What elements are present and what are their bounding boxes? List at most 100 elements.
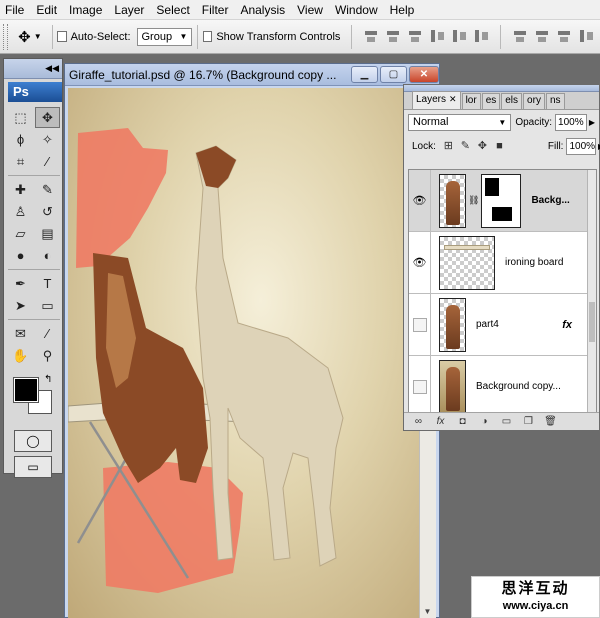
visibility-toggle[interactable]: 👁 bbox=[409, 231, 431, 294]
healing-brush-tool-icon[interactable]: ✚ bbox=[8, 179, 33, 200]
layer-list-scrollbar[interactable] bbox=[587, 170, 596, 412]
add-mask-icon[interactable]: ◘ bbox=[456, 415, 469, 428]
opacity-label: Opacity: bbox=[515, 116, 553, 128]
align-horizontal-centers-icon[interactable] bbox=[451, 28, 469, 46]
layer-mask-thumbnail[interactable] bbox=[481, 173, 522, 228]
layer-name[interactable]: Backg... bbox=[531, 195, 569, 206]
menu-filter[interactable]: Filter bbox=[196, 0, 235, 20]
tool-preset-picker[interactable]: ✥ ▼ bbox=[18, 28, 46, 46]
lasso-tool-icon[interactable]: ϕ bbox=[8, 129, 33, 150]
layer-name[interactable]: ironing board bbox=[505, 257, 563, 268]
tab-color-label: lor bbox=[465, 95, 477, 106]
tab-color[interactable]: lor bbox=[461, 93, 481, 109]
brush-tool-icon[interactable]: ✎ bbox=[35, 179, 60, 200]
menu-analysis[interactable]: Analysis bbox=[234, 0, 291, 20]
foreground-color-swatch[interactable] bbox=[13, 377, 39, 403]
add-layer-style-icon[interactable]: fx bbox=[434, 415, 447, 428]
tab-actions[interactable]: ns bbox=[545, 93, 565, 109]
layer-row[interactable]: part4 fx bbox=[409, 293, 596, 356]
menu-image[interactable]: Image bbox=[63, 0, 108, 20]
options-bar-grip[interactable] bbox=[3, 23, 9, 50]
tab-swatches[interactable]: es bbox=[481, 93, 501, 109]
menu-help[interactable]: Help bbox=[384, 0, 421, 20]
gradient-tool-icon[interactable]: ▤ bbox=[35, 223, 60, 244]
tab-channels[interactable]: els bbox=[501, 93, 523, 109]
layer-row[interactable]: Background copy... bbox=[409, 355, 596, 412]
minimize-button[interactable]: ▁ bbox=[351, 66, 378, 83]
menu-select[interactable]: Select bbox=[150, 0, 195, 20]
fill-input[interactable]: 100% bbox=[566, 137, 597, 155]
swap-colors-icon[interactable]: ↰ bbox=[44, 374, 52, 385]
new-group-icon[interactable]: ▭ bbox=[500, 415, 513, 428]
tools-panel-header[interactable]: ◀◀ bbox=[4, 59, 62, 79]
hand-tool-icon[interactable]: ✋ bbox=[8, 345, 33, 366]
scroll-down-icon[interactable]: ▼ bbox=[420, 604, 435, 618]
new-layer-icon[interactable]: ❐ bbox=[522, 415, 535, 428]
close-icon[interactable]: ✕ bbox=[449, 94, 457, 104]
auto-select-dropdown[interactable]: Group ▼ bbox=[136, 27, 193, 46]
adjustment-layer-icon[interactable]: ◑ bbox=[478, 415, 491, 428]
tab-history[interactable]: ory bbox=[523, 93, 545, 109]
crop-tool-icon[interactable]: ⌗ bbox=[8, 151, 33, 172]
visibility-toggle[interactable] bbox=[409, 293, 431, 356]
image-canvas[interactable] bbox=[68, 88, 419, 618]
menu-edit[interactable]: Edit bbox=[30, 0, 63, 20]
blur-tool-icon[interactable]: ● bbox=[8, 245, 33, 266]
clone-stamp-tool-icon[interactable]: ♙ bbox=[8, 201, 33, 222]
lock-position-icon[interactable]: ✥ bbox=[476, 140, 489, 153]
align-vertical-centers-icon[interactable] bbox=[385, 28, 403, 46]
align-bottom-edges-icon[interactable] bbox=[407, 28, 425, 46]
menu-window[interactable]: Window bbox=[329, 0, 384, 20]
link-icon[interactable]: ⛓ bbox=[468, 195, 479, 206]
path-selection-tool-icon[interactable]: ➤ bbox=[8, 295, 33, 316]
show-transform-controls-checkbox[interactable] bbox=[203, 31, 213, 42]
notes-tool-icon[interactable]: ✉ bbox=[8, 323, 33, 344]
distribute-vertical-centers-icon[interactable] bbox=[534, 28, 552, 46]
menu-layer[interactable]: Layer bbox=[108, 0, 150, 20]
lock-pixels-icon[interactable]: ✎ bbox=[459, 140, 472, 153]
blend-mode-dropdown[interactable]: Normal ▼ bbox=[408, 113, 512, 131]
auto-select-checkbox[interactable] bbox=[57, 31, 67, 42]
history-brush-tool-icon[interactable]: ↺ bbox=[35, 201, 60, 222]
distribute-bottom-edges-icon[interactable] bbox=[556, 28, 574, 46]
align-left-edges-icon[interactable] bbox=[429, 28, 447, 46]
zoom-tool-icon[interactable]: ⚲ bbox=[35, 345, 60, 366]
visibility-toggle[interactable]: 👁 bbox=[409, 170, 431, 232]
link-layers-icon[interactable]: ∞ bbox=[412, 415, 425, 428]
maximize-button[interactable]: ▢ bbox=[380, 66, 407, 83]
layer-name[interactable]: part4 bbox=[476, 319, 499, 330]
tab-layers[interactable]: Layers ✕ bbox=[412, 91, 461, 109]
document-titlebar[interactable]: Giraffe_tutorial.psd @ 16.7% (Background… bbox=[65, 64, 439, 86]
lock-transparency-icon[interactable]: ⊞ bbox=[442, 140, 455, 153]
eyedropper-tool-icon[interactable]: ⁄ bbox=[35, 151, 60, 172]
menu-file[interactable]: File bbox=[0, 0, 30, 20]
collapse-icon[interactable]: ◀◀ bbox=[45, 63, 59, 74]
distribute-top-edges-icon[interactable] bbox=[512, 28, 530, 46]
eraser-tool-icon[interactable]: ▱ bbox=[8, 223, 33, 244]
eyedropper-icon[interactable]: ⁄ bbox=[35, 323, 60, 344]
delete-layer-icon[interactable]: 🗑 bbox=[544, 415, 557, 428]
align-top-edges-icon[interactable] bbox=[363, 28, 381, 46]
pen-tool-icon[interactable]: ✒ bbox=[8, 273, 33, 294]
visibility-toggle[interactable] bbox=[409, 355, 431, 412]
shape-tool-icon[interactable]: ▭ bbox=[35, 295, 60, 316]
screen-mode-button[interactable]: ▭ bbox=[14, 456, 52, 478]
quick-mask-button[interactable]: ◯ bbox=[14, 430, 52, 452]
distribute-left-edges-icon[interactable] bbox=[578, 28, 596, 46]
align-right-edges-icon[interactable] bbox=[473, 28, 491, 46]
opacity-slider-icon[interactable]: ▶ bbox=[589, 118, 595, 127]
layer-name[interactable]: Background copy... bbox=[476, 381, 561, 392]
marquee-tool-icon[interactable]: ⬚ bbox=[8, 107, 33, 128]
close-button[interactable]: ✕ bbox=[409, 66, 439, 83]
opacity-input[interactable]: 100% bbox=[555, 113, 587, 131]
layer-row[interactable]: 👁 ⛓ Backg... bbox=[409, 170, 596, 232]
dodge-tool-icon[interactable]: ◐ bbox=[35, 245, 60, 266]
menu-view[interactable]: View bbox=[291, 0, 329, 20]
scrollbar-thumb[interactable] bbox=[589, 302, 595, 342]
layer-effects-icon[interactable]: fx bbox=[562, 319, 572, 331]
move-tool-icon[interactable]: ✥ bbox=[35, 107, 60, 128]
type-tool-icon[interactable]: T bbox=[35, 273, 60, 294]
lock-all-icon[interactable]: ■ bbox=[493, 140, 506, 153]
layer-row[interactable]: 👁 ironing board bbox=[409, 231, 596, 294]
magic-wand-tool-icon[interactable]: ✧ bbox=[35, 129, 60, 150]
